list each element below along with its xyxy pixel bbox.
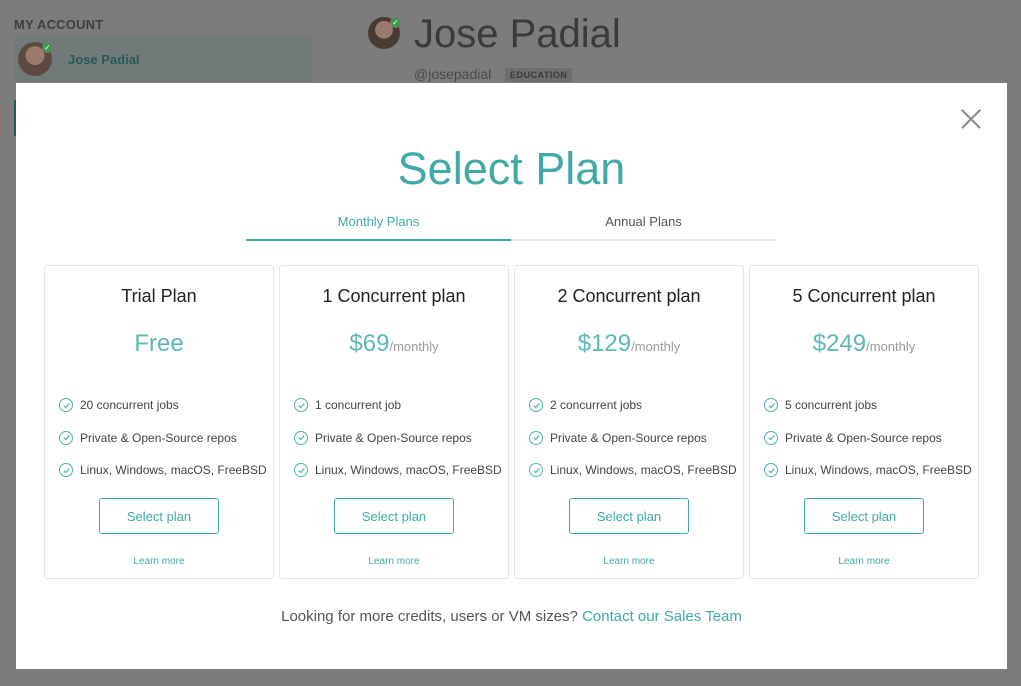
select-plan-button[interactable]: Select plan — [569, 498, 689, 534]
plan-card-trial: Trial Plan Free 20 concurrent jobs Priva… — [44, 265, 274, 579]
feature-item: Private & Open-Source repos — [59, 422, 267, 455]
check-circle-icon — [529, 430, 543, 445]
feature-item: Linux, Windows, macOS, FreeBSD — [764, 454, 972, 487]
select-plan-button[interactable]: Select plan — [99, 498, 219, 534]
feature-text: Private & Open-Source repos — [315, 430, 472, 445]
feature-list: 1 concurrent job Private & Open-Source r… — [294, 389, 502, 487]
price-value: $69 — [349, 330, 390, 357]
plan-price: $69/monthly — [280, 330, 508, 358]
check-circle-icon — [294, 398, 308, 413]
feature-text: 5 concurrent jobs — [785, 398, 878, 413]
tab-annual-plans[interactable]: Annual Plans — [511, 211, 776, 239]
plan-card-1-concurrent: 1 Concurrent plan $69/monthly 1 concurre… — [279, 265, 509, 579]
contact-sales-link[interactable]: Contact our Sales Team — [582, 608, 742, 625]
price-value: $249 — [812, 330, 867, 357]
footer-message: Looking for more credits, users or VM si… — [16, 608, 1007, 625]
check-circle-icon — [59, 463, 73, 478]
feature-text: Linux, Windows, macOS, FreeBSD — [785, 463, 972, 478]
feature-text: 2 concurrent jobs — [550, 398, 643, 413]
profile-handle: @josepadial — [414, 66, 492, 82]
feature-text: Private & Open-Source repos — [80, 430, 237, 445]
feature-text: Linux, Windows, macOS, FreeBSD — [315, 463, 502, 478]
select-plan-modal: Select Plan Monthly Plans Annual Plans T… — [16, 83, 1007, 669]
learn-more-link[interactable]: Learn more — [515, 556, 743, 567]
modal-title: Select Plan — [397, 143, 626, 194]
select-plan-button[interactable]: Select plan — [804, 498, 924, 534]
plan-name: 1 Concurrent plan — [322, 286, 466, 306]
profile-name: Jose Padial — [414, 12, 621, 56]
feature-text: Linux, Windows, macOS, FreeBSD — [550, 463, 737, 478]
plan-price: $249/monthly — [750, 330, 978, 358]
plan-name: Trial Plan — [121, 286, 197, 306]
profile-verified-badge-icon: ✓ — [390, 17, 401, 28]
feature-item: Linux, Windows, macOS, FreeBSD — [59, 454, 267, 487]
check-circle-icon — [294, 463, 308, 478]
check-circle-icon — [764, 463, 778, 478]
close-icon[interactable] — [961, 109, 981, 129]
price-period: /monthly — [631, 339, 681, 354]
learn-more-link[interactable]: Learn more — [280, 556, 508, 567]
check-circle-icon — [764, 430, 778, 445]
check-circle-icon — [294, 430, 308, 445]
feature-item: Private & Open-Source repos — [764, 422, 972, 455]
plan-price: Free — [45, 330, 273, 358]
feature-text: 20 concurrent jobs — [80, 398, 179, 413]
feature-list: 2 concurrent jobs Private & Open-Source … — [529, 389, 737, 487]
plan-tabs: Monthly Plans Annual Plans — [246, 211, 776, 241]
tab-monthly-plans[interactable]: Monthly Plans — [246, 211, 511, 241]
feature-text: Private & Open-Source repos — [550, 430, 707, 445]
feature-text: 1 concurrent job — [315, 398, 402, 413]
footer-text: Looking for more credits, users or VM si… — [281, 608, 578, 625]
feature-text: Linux, Windows, macOS, FreeBSD — [80, 463, 267, 478]
profile-tag: EDUCATION — [505, 68, 573, 82]
feature-item: 5 concurrent jobs — [764, 389, 972, 422]
feature-item: 2 concurrent jobs — [529, 389, 737, 422]
price-period: /monthly — [866, 339, 916, 354]
plans-list: Trial Plan Free 20 concurrent jobs Priva… — [44, 265, 979, 579]
select-plan-button[interactable]: Select plan — [334, 498, 454, 534]
learn-more-link[interactable]: Learn more — [750, 556, 978, 567]
verified-badge-icon: ✓ — [42, 42, 53, 53]
account-name: Jose Padial — [68, 52, 140, 67]
plan-card-5-concurrent: 5 Concurrent plan $249/monthly 5 concurr… — [749, 265, 979, 579]
check-circle-icon — [59, 430, 73, 445]
section-title-my-account: MY ACCOUNT — [14, 17, 104, 32]
learn-more-link[interactable]: Learn more — [45, 556, 273, 567]
feature-list: 5 concurrent jobs Private & Open-Source … — [764, 389, 972, 487]
price-period: /monthly — [389, 339, 439, 354]
feature-item: 20 concurrent jobs — [59, 389, 267, 422]
plan-name: 5 Concurrent plan — [792, 286, 936, 306]
feature-item: Linux, Windows, macOS, FreeBSD — [294, 454, 502, 487]
plan-name: 2 Concurrent plan — [557, 286, 701, 306]
feature-item: Linux, Windows, macOS, FreeBSD — [529, 454, 737, 487]
feature-text: Private & Open-Source repos — [785, 430, 942, 445]
feature-item: Private & Open-Source repos — [294, 422, 502, 455]
price-value: Free — [134, 330, 184, 357]
check-circle-icon — [529, 398, 543, 413]
feature-list: 20 concurrent jobs Private & Open-Source… — [59, 389, 267, 487]
account-item: ✓ Jose Padial — [14, 36, 312, 82]
check-circle-icon — [764, 398, 778, 413]
price-value: $129 — [577, 330, 632, 357]
plan-price: $129/monthly — [515, 330, 743, 358]
check-circle-icon — [529, 463, 543, 478]
plan-card-2-concurrent: 2 Concurrent plan $129/monthly 2 concurr… — [514, 265, 744, 579]
check-circle-icon — [59, 398, 73, 413]
feature-item: Private & Open-Source repos — [529, 422, 737, 455]
feature-item: 1 concurrent job — [294, 389, 502, 422]
